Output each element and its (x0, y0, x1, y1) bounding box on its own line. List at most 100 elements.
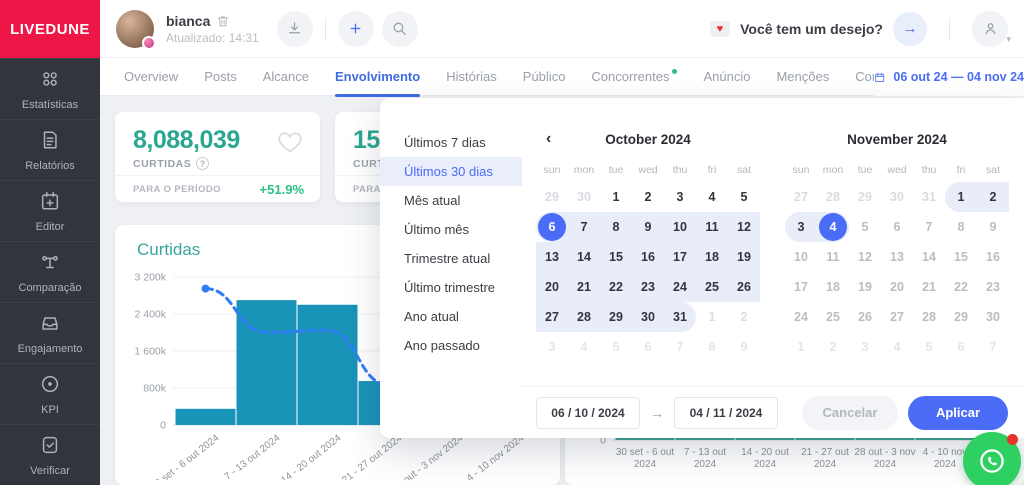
preset-item[interactable]: Último mês (380, 215, 522, 244)
calendar-day[interactable]: 1 (945, 182, 977, 212)
calendar-day[interactable]: 30 (881, 182, 913, 212)
calendar-day[interactable]: 7 (664, 332, 696, 362)
sidebar-item-relatorios[interactable]: Relatórios (0, 119, 100, 180)
tab-envolvimento[interactable]: Envolvimento (335, 58, 420, 96)
preset-item[interactable]: Últimos 7 dias (380, 128, 522, 157)
preset-item[interactable]: Últimos 30 dias (380, 157, 522, 186)
calendar-day[interactable]: 10 (785, 242, 817, 272)
tab-overview[interactable]: Overview (124, 58, 178, 96)
calendar-day[interactable]: 23 (977, 272, 1009, 302)
calendar-day[interactable]: 29 (600, 302, 632, 332)
cancel-button[interactable]: Cancelar (802, 396, 898, 430)
calendar-day-selected[interactable]: 6 (536, 212, 568, 242)
calendar-day[interactable]: 5 (913, 332, 945, 362)
calendar-day[interactable]: 5 (849, 212, 881, 242)
calendar-day[interactable]: 13 (881, 242, 913, 272)
calendar-day[interactable]: 7 (913, 212, 945, 242)
account-avatar[interactable] (116, 10, 154, 48)
calendar-day[interactable]: 2 (977, 182, 1009, 212)
calendar-day[interactable]: 24 (664, 272, 696, 302)
calendar-day[interactable]: 28 (913, 302, 945, 332)
wish-arrow-button[interactable]: → (893, 12, 927, 46)
calendar-day[interactable]: 27 (536, 302, 568, 332)
calendar-day-selected[interactable]: 4 (817, 212, 849, 242)
calendar-day[interactable]: 13 (536, 242, 568, 272)
favorite-button[interactable] (276, 128, 304, 161)
calendar-day[interactable]: 31 (913, 182, 945, 212)
calendar-day[interactable]: 4 (696, 182, 728, 212)
calendar-day[interactable]: 7 (977, 332, 1009, 362)
calendar-day[interactable]: 23 (632, 272, 664, 302)
sidebar-item-engajamento[interactable]: Engajamento (0, 302, 100, 363)
calendar-day[interactable]: 12 (728, 212, 760, 242)
calendar-day[interactable]: 2 (728, 302, 760, 332)
preset-item[interactable]: Último trimestre (380, 273, 522, 302)
calendar-day[interactable]: 15 (600, 242, 632, 272)
calendar-day[interactable]: 4 (568, 332, 600, 362)
profile-button[interactable]: ▾ (972, 11, 1008, 47)
calendar-day[interactable]: 1 (785, 332, 817, 362)
calendar-day[interactable]: 12 (849, 242, 881, 272)
calendar-day[interactable]: 8 (600, 212, 632, 242)
calendar-day[interactable]: 27 (881, 302, 913, 332)
calendar-day[interactable]: 4 (881, 332, 913, 362)
calendar-day[interactable]: 17 (785, 272, 817, 302)
calendar-day[interactable]: 18 (817, 272, 849, 302)
calendar-day[interactable]: 11 (696, 212, 728, 242)
calendar-day[interactable]: 25 (696, 272, 728, 302)
calendar-day[interactable]: 6 (632, 332, 664, 362)
calendar-day[interactable]: 31 (664, 302, 696, 332)
calendar-day[interactable]: 6 (881, 212, 913, 242)
calendar-day[interactable]: 20 (881, 272, 913, 302)
calendar-day[interactable]: 6 (945, 332, 977, 362)
apply-button[interactable]: Aplicar (908, 396, 1008, 430)
calendar-day[interactable]: 16 (977, 242, 1009, 272)
tab-posts[interactable]: Posts (204, 58, 237, 96)
calendar-day[interactable]: 21 (913, 272, 945, 302)
calendar-day[interactable]: 22 (600, 272, 632, 302)
calendar-day[interactable]: 26 (728, 272, 760, 302)
calendar-day[interactable]: 3 (664, 182, 696, 212)
calendar-day[interactable]: 3 (785, 212, 817, 242)
help-icon[interactable]: ? (196, 157, 209, 170)
calendar-day[interactable]: 3 (849, 332, 881, 362)
calendar-day[interactable]: 11 (817, 242, 849, 272)
calendar-day[interactable]: 1 (696, 302, 728, 332)
calendar-day[interactable]: 30 (977, 302, 1009, 332)
sidebar-item-kpi[interactable]: KPI (0, 363, 100, 424)
end-date-input[interactable]: 04 / 11 / 2024 (674, 397, 778, 429)
calendar-day[interactable]: 19 (728, 242, 760, 272)
sidebar-item-comparacao[interactable]: Comparação (0, 241, 100, 302)
preset-item[interactable]: Trimestre atual (380, 244, 522, 273)
calendar-day[interactable]: 9 (632, 212, 664, 242)
calendar-day[interactable]: 19 (849, 272, 881, 302)
tab-anuncio[interactable]: Anúncio (703, 58, 750, 96)
date-range-button[interactable]: 06 out 24 — 04 nov 24 (874, 58, 1024, 96)
calendar-day[interactable]: 24 (785, 302, 817, 332)
prev-month-button[interactable]: ‹ (546, 130, 551, 148)
calendar-day[interactable]: 3 (536, 332, 568, 362)
calendar-day[interactable]: 7 (568, 212, 600, 242)
calendar-day[interactable]: 14 (913, 242, 945, 272)
calendar-day[interactable]: 10 (664, 212, 696, 242)
calendar-day[interactable]: 14 (568, 242, 600, 272)
calendar-day[interactable]: 30 (632, 302, 664, 332)
calendar-day[interactable]: 17 (664, 242, 696, 272)
calendar-day[interactable]: 9 (977, 212, 1009, 242)
preset-item[interactable]: Ano passado (380, 331, 522, 360)
calendar-day[interactable]: 29 (945, 302, 977, 332)
tab-concorrentes[interactable]: Concorrentes (591, 58, 677, 96)
start-date-input[interactable]: 06 / 10 / 2024 (536, 397, 640, 429)
calendar-day[interactable]: 29 (849, 182, 881, 212)
tab-alcance[interactable]: Alcance (263, 58, 309, 96)
calendar-day[interactable]: 27 (785, 182, 817, 212)
calendar-day[interactable]: 25 (817, 302, 849, 332)
calendar-day[interactable]: 28 (568, 302, 600, 332)
calendar-day[interactable]: 26 (849, 302, 881, 332)
tab-mencoes[interactable]: Menções (776, 58, 829, 96)
sidebar-item-estatisticas[interactable]: Estatísticas (0, 58, 100, 119)
calendar-day[interactable]: 15 (945, 242, 977, 272)
calendar-day[interactable]: 8 (945, 212, 977, 242)
add-button[interactable] (338, 11, 374, 47)
calendar-day[interactable]: 29 (536, 182, 568, 212)
